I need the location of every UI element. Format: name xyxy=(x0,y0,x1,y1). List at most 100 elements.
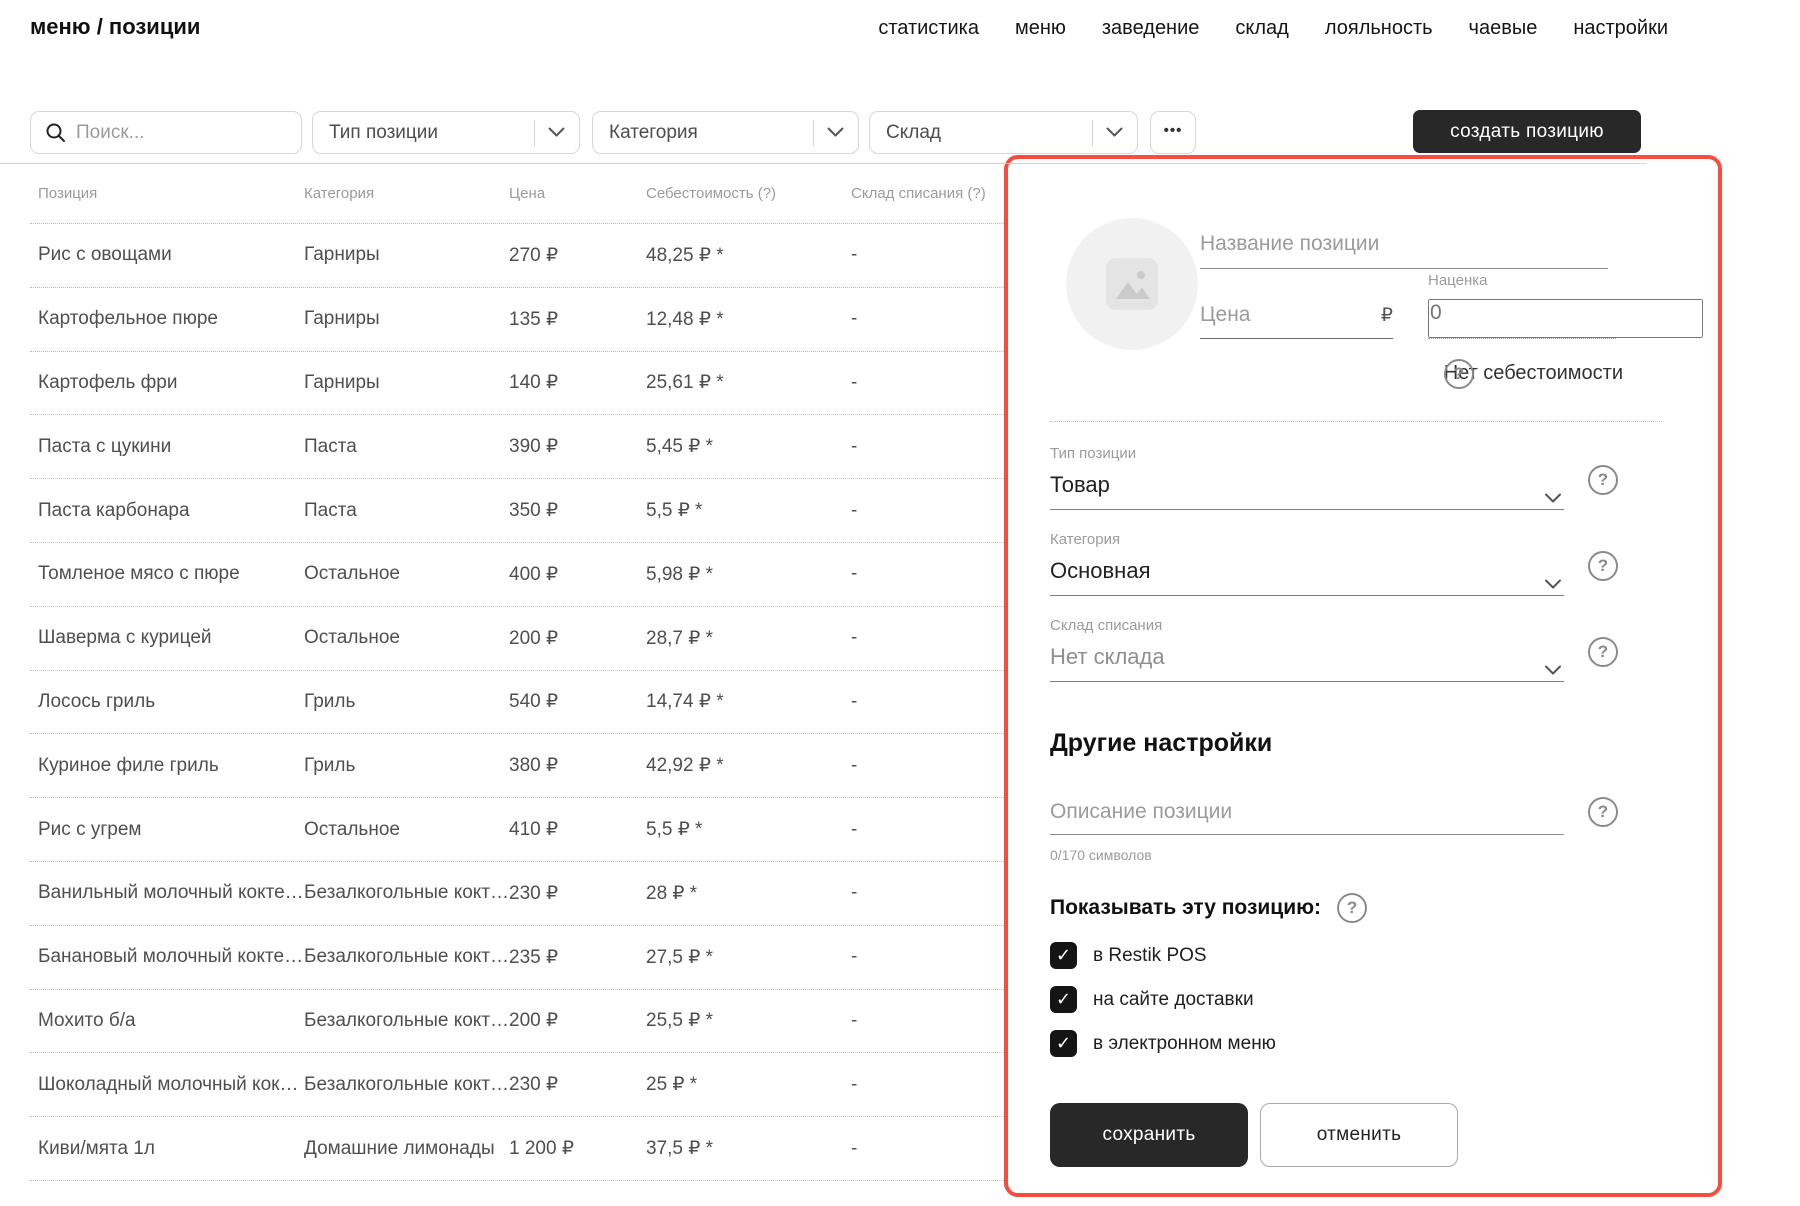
cell-position: Паста карбонара xyxy=(38,500,304,522)
filter-warehouse-dropdown[interactable]: Склад xyxy=(869,111,1138,154)
cell-position: Банановый молочный кокте… xyxy=(38,946,304,968)
check-icon: ✓ xyxy=(1056,1033,1071,1054)
divider xyxy=(1092,120,1093,146)
cell-cost: 5,5 ₽ * xyxy=(646,818,851,841)
search-icon xyxy=(45,122,66,143)
cell-price: 1 200 ₽ xyxy=(509,1137,646,1160)
help-icon[interactable]: ? xyxy=(1588,465,1618,495)
cell-position: Картофельное пюре xyxy=(38,308,304,330)
chevron-down-icon xyxy=(548,127,565,138)
help-icon[interactable]: ? xyxy=(1588,551,1618,581)
col-header-cost: Себестоимость (?) xyxy=(646,185,851,202)
nav-item[interactable]: склад xyxy=(1235,17,1288,40)
chevron-down-icon xyxy=(1106,127,1123,138)
type-select[interactable]: Тип позиции Товар xyxy=(1050,445,1564,510)
description-field[interactable] xyxy=(1050,797,1564,835)
cell-category: Гриль xyxy=(304,755,509,777)
filter-label: Категория xyxy=(609,122,698,144)
cell-category: Гарниры xyxy=(304,372,509,394)
nav-item[interactable]: заведение xyxy=(1102,17,1200,40)
checkbox-emenu[interactable]: ✓ в электронном меню xyxy=(1050,1030,1276,1057)
description-input[interactable] xyxy=(1050,800,1564,834)
checkbox-checked[interactable]: ✓ xyxy=(1050,1030,1077,1057)
section-divider xyxy=(1050,421,1662,422)
name-field[interactable] xyxy=(1200,219,1608,269)
cell-price: 230 ₽ xyxy=(509,1073,646,1096)
field-value: Товар xyxy=(1050,472,1564,498)
cell-price: 270 ₽ xyxy=(509,244,646,267)
nav-item[interactable]: лояльность xyxy=(1325,17,1433,40)
filter-category-dropdown[interactable]: Категория xyxy=(592,111,859,154)
cell-category: Безалкогольные кокт… xyxy=(304,1010,509,1032)
cell-cost: 48,25 ₽ * xyxy=(646,244,851,267)
price-field[interactable]: ₽ xyxy=(1200,289,1393,339)
col-header-position: Позиция xyxy=(38,185,304,202)
cell-cost: 5,5 ₽ * xyxy=(646,499,851,522)
field-value: Нет склада xyxy=(1050,644,1564,670)
help-icon[interactable]: ? xyxy=(1588,797,1618,827)
image-icon xyxy=(1103,255,1161,313)
filter-type-dropdown[interactable]: Тип позиции xyxy=(312,111,580,154)
nav-item[interactable]: меню xyxy=(1015,17,1066,40)
cell-category: Паста xyxy=(304,436,509,458)
cell-price: 200 ₽ xyxy=(509,1009,646,1032)
cancel-button[interactable]: отменить xyxy=(1260,1103,1458,1167)
warehouse-select[interactable]: Склад списания Нет склада xyxy=(1050,617,1564,682)
cell-position: Картофель фри xyxy=(38,372,304,394)
checkbox-label: на сайте доставки xyxy=(1093,989,1254,1011)
divider xyxy=(534,120,535,146)
cell-price: 230 ₽ xyxy=(509,882,646,905)
cell-category: Гриль xyxy=(304,691,509,713)
search-input[interactable] xyxy=(76,122,289,144)
help-icon[interactable]: ? xyxy=(1588,637,1618,667)
app-root: меню / позиции статистикаменюзаведениеск… xyxy=(0,0,1800,1206)
chevron-down-icon xyxy=(827,127,844,138)
photo-upload[interactable] xyxy=(1066,218,1198,350)
ruble-symbol: ₽ xyxy=(1381,304,1393,338)
field-value: Основная xyxy=(1050,558,1564,584)
nav-item[interactable]: чаевые xyxy=(1469,17,1538,40)
check-icon: ✓ xyxy=(1056,945,1071,966)
filter-label: Тип позиции xyxy=(329,122,438,144)
visibility-title: Показывать эту позицию: xyxy=(1050,896,1321,920)
cell-cost: 42,92 ₽ * xyxy=(646,754,851,777)
field-label: Категория xyxy=(1050,531,1564,548)
markup-label: Наценка xyxy=(1428,272,1487,289)
nav-item[interactable]: статистика xyxy=(878,17,979,40)
category-select[interactable]: Категория Основная xyxy=(1050,531,1564,596)
cell-position: Шаверма с курицей xyxy=(38,627,304,649)
checkbox-checked[interactable]: ✓ xyxy=(1050,986,1077,1013)
more-filters-button[interactable]: ••• xyxy=(1150,111,1196,154)
cell-cost: 28 ₽ * xyxy=(646,882,851,905)
cell-category: Паста xyxy=(304,500,509,522)
cell-position: Мохито б/а xyxy=(38,1010,304,1032)
cell-position: Шоколадный молочный кок… xyxy=(38,1074,304,1096)
cell-category: Гарниры xyxy=(304,244,509,266)
create-position-button[interactable]: создать позицию xyxy=(1413,110,1641,153)
cell-position: Лосось гриль xyxy=(38,691,304,713)
char-counter: 0/170 символов xyxy=(1050,847,1152,863)
checkbox-delivery-site[interactable]: ✓ на сайте доставки xyxy=(1050,986,1254,1013)
price-input[interactable] xyxy=(1200,303,1381,338)
cell-cost: 25,61 ₽ * xyxy=(646,371,851,394)
cell-cost: 37,5 ₽ * xyxy=(646,1137,851,1160)
cell-cost: 5,45 ₽ * xyxy=(646,435,851,458)
cell-position: Куриное филе гриль xyxy=(38,755,304,777)
cell-position: Томленое мясо с пюре xyxy=(38,563,304,585)
name-input[interactable] xyxy=(1200,232,1608,268)
cell-cost: 27,5 ₽ * xyxy=(646,946,851,969)
nav-item[interactable]: настройки xyxy=(1573,17,1668,40)
checkbox-label: в Restik POS xyxy=(1093,945,1207,967)
cell-category: Безалкогольные кокт… xyxy=(304,1074,509,1096)
help-icon[interactable]: ? xyxy=(1337,893,1367,923)
cell-price: 135 ₽ xyxy=(509,308,646,331)
markup-input[interactable] xyxy=(1428,299,1703,338)
search-box[interactable] xyxy=(30,111,302,154)
save-button[interactable]: сохранить xyxy=(1050,1103,1248,1167)
checkbox-checked[interactable]: ✓ xyxy=(1050,942,1077,969)
cell-category: Гарниры xyxy=(304,308,509,330)
markup-field[interactable]: % xyxy=(1428,289,1616,339)
cell-category: Остальное xyxy=(304,627,509,649)
help-icon[interactable]: ? xyxy=(1444,359,1474,389)
checkbox-restik-pos[interactable]: ✓ в Restik POS xyxy=(1050,942,1207,969)
